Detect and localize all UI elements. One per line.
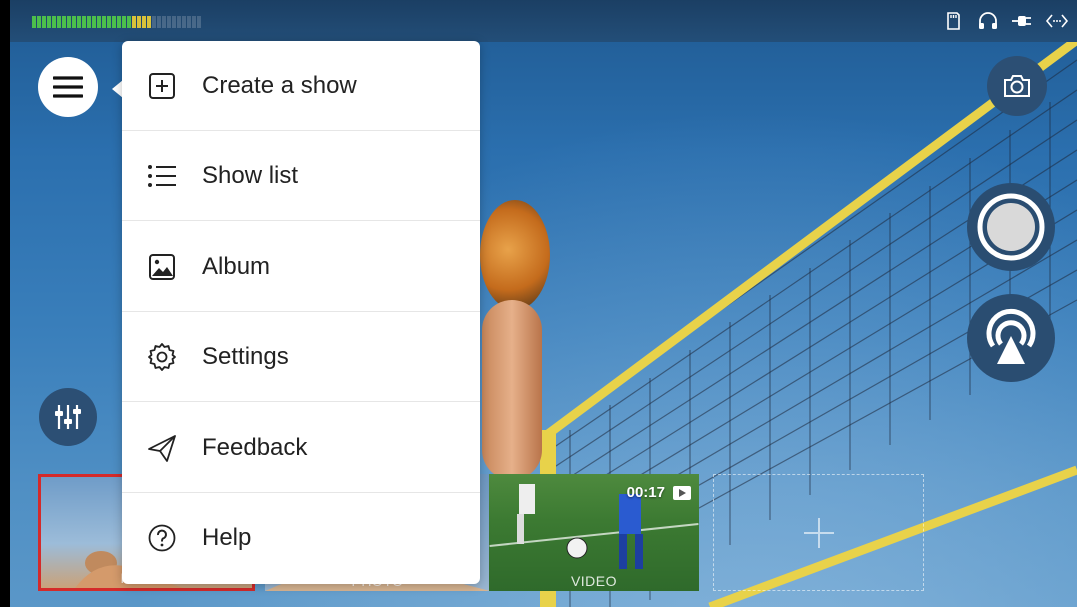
question-circle-icon [146, 522, 178, 554]
meter-segment [67, 16, 71, 28]
meter-segment [107, 16, 111, 28]
meter-segment [177, 16, 181, 28]
menu-item-album[interactable]: Album [122, 222, 480, 312]
meter-segment [172, 16, 176, 28]
plus-square-icon [146, 70, 178, 102]
meter-segment [87, 16, 91, 28]
gear-icon [146, 341, 178, 373]
snapshot-button[interactable] [987, 56, 1047, 116]
meter-segment [72, 16, 76, 28]
paper-plane-icon [146, 432, 178, 464]
menu-item-show-list[interactable]: Show list [122, 131, 480, 221]
record-icon [977, 193, 1045, 261]
meter-segment [42, 16, 46, 28]
menu-item-create-show[interactable]: Create a show [122, 41, 480, 131]
list-icon [146, 160, 178, 192]
add-source-button[interactable] [713, 474, 924, 591]
meter-segment [152, 16, 156, 28]
audio-level-meter [32, 16, 202, 28]
meter-segment [142, 16, 146, 28]
meter-segment [97, 16, 101, 28]
menu-item-label: Settings [202, 342, 289, 370]
meter-segment [157, 16, 161, 28]
menu-button[interactable] [38, 57, 98, 117]
meter-segment [102, 16, 106, 28]
meter-segment [117, 16, 121, 28]
hdmi-arrows-icon [1045, 10, 1069, 32]
meter-segment [52, 16, 56, 28]
sd-card-icon [943, 10, 963, 32]
volleyball-graphic [480, 200, 550, 310]
power-plug-icon [1011, 10, 1031, 32]
status-bar [10, 0, 1077, 42]
hamburger-icon [53, 76, 83, 98]
image-icon [146, 251, 178, 283]
main-menu: Create a show Show list Album Settings F… [122, 41, 480, 584]
meter-segment [197, 16, 201, 28]
menu-item-help[interactable]: Help [122, 493, 480, 583]
meter-segment [187, 16, 191, 28]
broadcast-icon [986, 308, 1036, 364]
audio-mixer-button[interactable] [39, 388, 97, 446]
menu-item-label: Show list [202, 161, 299, 189]
source-thumbnail-video[interactable]: 00:17 VIDEO [489, 474, 699, 591]
menu-item-label: Feedback [202, 433, 308, 461]
menu-item-label: Help [202, 524, 252, 551]
headphones-icon [977, 10, 997, 32]
thumbnail-label: VIDEO [570, 573, 618, 589]
meter-segment [77, 16, 81, 28]
meter-segment [162, 16, 166, 28]
livestream-button[interactable] [967, 294, 1055, 382]
player-arm-graphic [482, 300, 542, 480]
duration-text: 00:17 [626, 484, 665, 501]
meter-segment [127, 16, 131, 28]
menu-item-label: Album [202, 252, 271, 280]
sliders-icon [55, 405, 81, 429]
plus-icon [803, 517, 834, 548]
meter-segment [32, 16, 36, 28]
menu-item-settings[interactable]: Settings [122, 312, 480, 402]
menu-item-label: Create a show [202, 71, 357, 99]
meter-segment [122, 16, 126, 28]
meter-segment [182, 16, 186, 28]
meter-segment [37, 16, 41, 28]
record-button[interactable] [967, 183, 1055, 271]
meter-segment [137, 16, 141, 28]
meter-segment [192, 16, 196, 28]
meter-segment [47, 16, 51, 28]
video-icon [673, 485, 691, 500]
camera-icon [1004, 75, 1030, 97]
meter-segment [132, 16, 136, 28]
meter-segment [167, 16, 171, 28]
menu-item-feedback[interactable]: Feedback [122, 403, 480, 493]
meter-segment [92, 16, 96, 28]
meter-segment [62, 16, 66, 28]
video-duration: 00:17 [627, 484, 691, 501]
meter-segment [82, 16, 86, 28]
meter-segment [112, 16, 116, 28]
meter-segment [57, 16, 61, 28]
meter-segment [147, 16, 151, 28]
